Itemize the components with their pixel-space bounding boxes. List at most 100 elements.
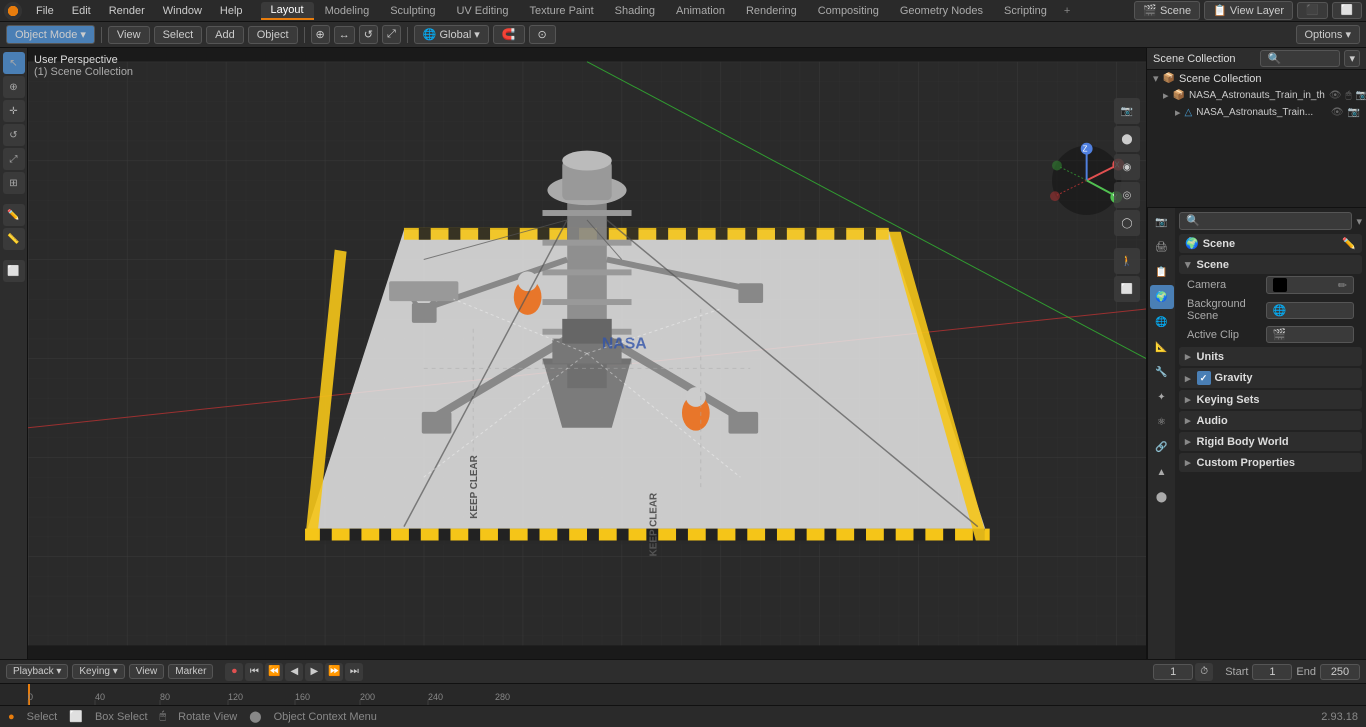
play-reverse-button[interactable]: ◀ bbox=[285, 663, 303, 681]
modifier-props-icon[interactable]: 🔧 bbox=[1150, 360, 1174, 384]
end-frame-input[interactable]: 250 bbox=[1320, 664, 1360, 680]
prop-edit-icon[interactable]: ✏️ bbox=[1342, 237, 1356, 250]
add-menu[interactable]: Add bbox=[206, 26, 244, 44]
mode-selector[interactable]: Object Mode ▾ bbox=[6, 25, 95, 44]
scene-props-icon[interactable]: 🌍 bbox=[1150, 285, 1174, 309]
rotate-tool[interactable]: ↺ bbox=[359, 25, 378, 44]
frame-clock-button[interactable]: ⏱ bbox=[1195, 663, 1213, 681]
add-workspace-button[interactable]: + bbox=[1058, 3, 1076, 19]
output-props-icon[interactable]: 🖨 bbox=[1150, 235, 1174, 259]
step-forward-button[interactable]: ⏩ bbox=[325, 663, 343, 681]
menu-window[interactable]: Window bbox=[155, 3, 210, 19]
rotate-tool-left[interactable]: ↺ bbox=[3, 124, 25, 146]
engine-selector[interactable]: ⬛ bbox=[1297, 2, 1327, 19]
options-button[interactable]: Options ▾ bbox=[1296, 25, 1361, 44]
select-tool[interactable]: ↖ bbox=[3, 52, 25, 74]
particles-props-icon[interactable]: ✦ bbox=[1150, 385, 1174, 409]
keying-menu[interactable]: Keying ▾ bbox=[72, 664, 124, 679]
mesh-render-icon[interactable]: 📷 bbox=[1348, 107, 1360, 118]
zoom-extents[interactable]: ⬜ bbox=[1114, 276, 1140, 302]
scene-subsection-header[interactable]: ▾ Scene bbox=[1179, 255, 1362, 274]
cursor-tool-left[interactable]: ⊕ bbox=[3, 76, 25, 98]
timeline-view-menu[interactable]: View bbox=[129, 664, 165, 679]
eye-icon[interactable]: 👁 bbox=[1329, 90, 1342, 101]
add-cube-tool[interactable]: ⬜ bbox=[3, 260, 25, 282]
render-props-icon[interactable]: 📷 bbox=[1150, 210, 1174, 234]
outliner-scene-collection[interactable]: ▾ 📦 Scene Collection bbox=[1147, 70, 1366, 87]
menu-render[interactable]: Render bbox=[101, 3, 153, 19]
edit-pen-icon[interactable]: ✏ bbox=[1338, 279, 1347, 292]
material-props-icon[interactable]: ⬤ bbox=[1150, 485, 1174, 509]
move-tool-left[interactable]: ✛ bbox=[3, 100, 25, 122]
move-tool[interactable]: ↔ bbox=[334, 26, 355, 44]
outliner-mesh-item[interactable]: ▸ △ NASA_Astronauts_Train... 👁 📷 bbox=[1147, 104, 1366, 121]
menu-edit[interactable]: Edit bbox=[64, 3, 99, 19]
keying-sets-header[interactable]: ▸ Keying Sets bbox=[1179, 390, 1362, 409]
walk-navigation[interactable]: 🚶 bbox=[1114, 248, 1140, 274]
data-props-icon[interactable]: ▲ bbox=[1150, 460, 1174, 484]
tab-animation[interactable]: Animation bbox=[666, 3, 735, 19]
world-props-icon[interactable]: 🌐 bbox=[1150, 310, 1174, 334]
current-frame-input[interactable]: 1 bbox=[1153, 664, 1193, 680]
view-layer-selector[interactable]: 📋 View Layer bbox=[1204, 1, 1293, 20]
annotate-tool[interactable]: ✏️ bbox=[3, 204, 25, 226]
active-clip-value[interactable]: 🎬 bbox=[1266, 326, 1355, 343]
camera-value[interactable]: ✏ bbox=[1266, 276, 1355, 294]
skip-end-button[interactable]: ⏭ bbox=[345, 663, 363, 681]
start-frame-input[interactable]: 1 bbox=[1252, 664, 1292, 680]
object-props-icon[interactable]: 📐 bbox=[1150, 335, 1174, 359]
tab-geometry-nodes[interactable]: Geometry Nodes bbox=[890, 3, 993, 19]
object-menu[interactable]: Object bbox=[248, 26, 298, 44]
tab-scripting[interactable]: Scripting bbox=[994, 3, 1057, 19]
constraints-props-icon[interactable]: 🔗 bbox=[1150, 435, 1174, 459]
custom-properties-header[interactable]: ▸ Custom Properties bbox=[1179, 453, 1362, 472]
render-icon[interactable]: 📷 bbox=[1356, 90, 1366, 101]
tab-texture-paint[interactable]: Texture Paint bbox=[519, 3, 603, 19]
rigid-body-header[interactable]: ▸ Rigid Body World bbox=[1179, 432, 1362, 451]
tab-sculpting[interactable]: Sculpting bbox=[380, 3, 445, 19]
marker-menu[interactable]: Marker bbox=[168, 664, 213, 679]
tab-modeling[interactable]: Modeling bbox=[315, 3, 380, 19]
camera-view-button[interactable]: 📷 bbox=[1114, 98, 1140, 124]
proportional-edit[interactable]: ⊙ bbox=[529, 25, 556, 44]
playback-menu[interactable]: Playback ▾ bbox=[6, 664, 68, 679]
gravity-header[interactable]: ▸ ✓ Gravity bbox=[1179, 368, 1362, 388]
view-menu[interactable]: View bbox=[108, 26, 150, 44]
cursor-tool[interactable]: ⊕ bbox=[311, 25, 330, 44]
background-scene-value[interactable]: 🌐 bbox=[1266, 302, 1355, 319]
audio-header[interactable]: ▸ Audio bbox=[1179, 411, 1362, 430]
viewport-shading-wireframe[interactable]: ◯ bbox=[1114, 210, 1140, 236]
outliner-search[interactable] bbox=[1260, 50, 1340, 67]
transform-selector[interactable]: 🌐 Global ▾ bbox=[414, 25, 489, 44]
tab-uv-editing[interactable]: UV Editing bbox=[446, 3, 518, 19]
physics-props-icon[interactable]: ⚛ bbox=[1150, 410, 1174, 434]
tab-shading[interactable]: Shading bbox=[605, 3, 665, 19]
scale-tool-left[interactable]: ⤢ bbox=[3, 148, 25, 170]
scale-tool[interactable]: ⤢ bbox=[382, 25, 401, 44]
gravity-checkbox[interactable]: ✓ bbox=[1197, 371, 1211, 385]
select-menu[interactable]: Select bbox=[154, 26, 203, 44]
viewport-shading-solid[interactable]: ⬤ bbox=[1114, 126, 1140, 152]
viewport-shading-rendered[interactable]: ◎ bbox=[1114, 182, 1140, 208]
fullscreen-button[interactable]: ⬜ bbox=[1332, 2, 1362, 19]
properties-search[interactable] bbox=[1179, 212, 1352, 230]
viewport-3d[interactable]: NASA KEEP CLEAR KEEP CLEAR bbox=[28, 48, 1146, 659]
view-layer-props-icon[interactable]: 📋 bbox=[1150, 260, 1174, 284]
transform-tool[interactable]: ⊞ bbox=[3, 172, 25, 194]
tab-rendering[interactable]: Rendering bbox=[736, 3, 807, 19]
scene-header[interactable]: 🌍 Scene ✏️ bbox=[1179, 234, 1362, 253]
outliner-collection-item[interactable]: ▸ 📦 NASA_Astronauts_Train_in_th 👁 🖱 📷 bbox=[1147, 87, 1366, 104]
viewport-shading-material[interactable]: ◉ bbox=[1114, 154, 1140, 180]
tab-compositing[interactable]: Compositing bbox=[808, 3, 889, 19]
units-header[interactable]: ▸ Units bbox=[1179, 347, 1362, 366]
properties-menu-button[interactable]: ▾ bbox=[1356, 215, 1362, 228]
mesh-eye-icon[interactable]: 👁 bbox=[1331, 107, 1344, 118]
scene-selector[interactable]: 🎬 Scene bbox=[1134, 1, 1200, 20]
menu-help[interactable]: Help bbox=[212, 3, 251, 19]
tab-layout[interactable]: Layout bbox=[261, 2, 314, 20]
play-button[interactable]: ▶ bbox=[305, 663, 323, 681]
skip-start-button[interactable]: ⏮ bbox=[245, 663, 263, 681]
step-back-button[interactable]: ⏪ bbox=[265, 663, 283, 681]
restrict-icon[interactable]: 🖱 bbox=[1346, 90, 1352, 101]
menu-file[interactable]: File bbox=[28, 3, 62, 19]
